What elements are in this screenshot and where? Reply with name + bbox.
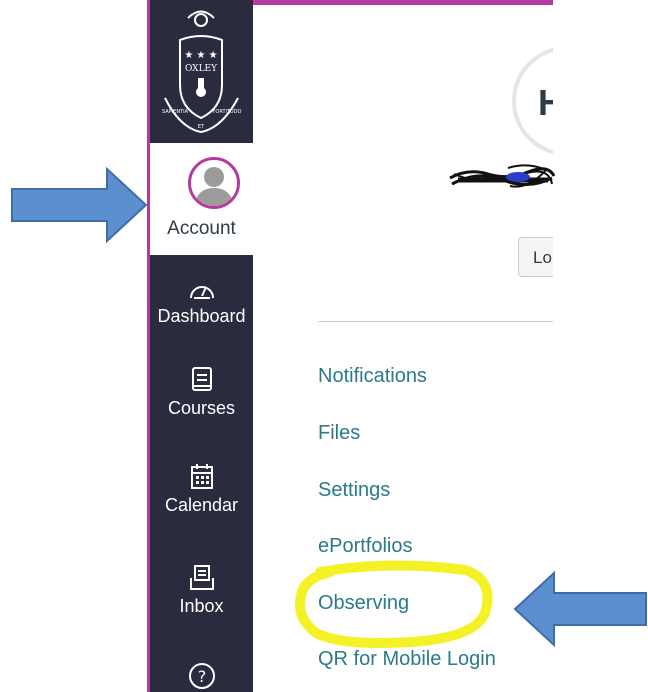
nav-item-courses[interactable]: Courses [150, 366, 253, 419]
link-observing[interactable]: Observing [318, 592, 409, 615]
nav-label-courses: Courses [167, 398, 236, 418]
link-eportfolios[interactable]: ePortfolios [318, 535, 413, 558]
arrow-left-icon [513, 570, 647, 648]
section-divider [318, 321, 553, 322]
svg-text:OXLEY: OXLEY [185, 64, 218, 74]
nav-item-dashboard[interactable]: Dashboard [150, 276, 253, 327]
dashboard-icon [189, 286, 214, 299]
svg-text:SAPIENTIA: SAPIENTIA [162, 109, 189, 115]
svg-text:★ ★ ★: ★ ★ ★ [184, 50, 217, 61]
svg-text:ET: ET [198, 124, 205, 130]
nav-label-inbox: Inbox [179, 596, 224, 616]
nav-item-help[interactable]: ? [150, 662, 253, 690]
avatar[interactable] [188, 157, 240, 209]
inbox-icon [189, 565, 214, 590]
link-files[interactable]: Files [318, 422, 360, 445]
school-logo[interactable]: ★ ★ ★ OXLEY SAPIENTIA FORTITUDO ET [150, 0, 253, 143]
nav-label-calendar: Calendar [164, 495, 239, 515]
redacted-name-scribble [449, 164, 556, 188]
calendar-icon [190, 464, 213, 489]
nav-label-dashboard: Dashboard [157, 306, 246, 326]
nav-item-calendar[interactable]: Calendar [150, 463, 253, 516]
help-icon: ? [188, 663, 215, 689]
svg-text:?: ? [197, 667, 206, 686]
arrow-right-icon [11, 166, 148, 244]
nav-item-inbox[interactable]: Inbox [150, 564, 253, 617]
link-qr-mobile-login[interactable]: QR for Mobile Login [318, 648, 496, 671]
nav-label-account: Account [167, 218, 236, 239]
courses-icon [191, 367, 212, 391]
link-settings[interactable]: Settings [318, 479, 390, 502]
login-button-label: Lo [533, 248, 552, 267]
user-avatar-icon [194, 167, 234, 206]
svg-text:FORTITUDO: FORTITUDO [213, 109, 242, 115]
link-notifications[interactable]: Notifications [318, 365, 427, 388]
